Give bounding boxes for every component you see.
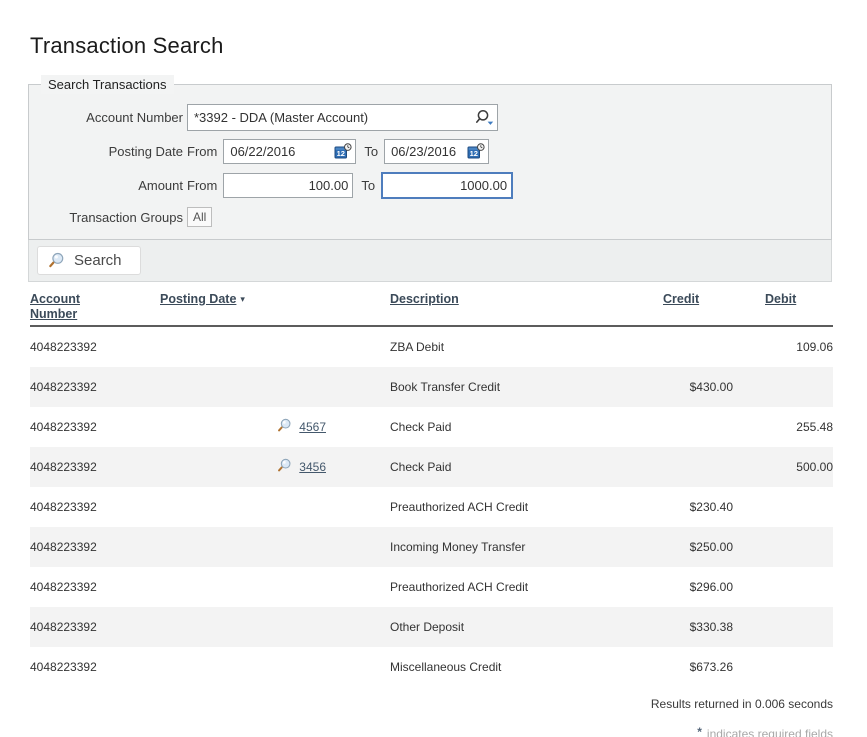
debit-cell: 109.06 (733, 340, 833, 354)
posting-date-from-field: 12 (223, 139, 356, 164)
posting-date-cell: 4567 (160, 418, 390, 436)
calendar-clock-icon[interactable]: 12 (332, 143, 355, 160)
transaction-groups-label: Transaction Groups (39, 210, 183, 225)
table-row: 4048223392 Preauthorized ACH Credit $230… (30, 487, 833, 527)
transaction-groups-all-button[interactable]: All (187, 207, 212, 227)
search-legend: Search Transactions (41, 75, 174, 94)
posting-date-label: Posting Date (39, 144, 183, 159)
svg-text:12: 12 (337, 149, 345, 158)
account-number-cell: 4048223392 (30, 660, 160, 674)
account-number-cell: 4048223392 (30, 620, 160, 634)
description-cell: Check Paid (390, 420, 663, 434)
search-fieldset: Search Transactions Account Number Posti… (28, 75, 832, 240)
credit-cell: $230.40 (663, 500, 733, 514)
account-lookup-magnifier-icon[interactable] (472, 109, 497, 126)
check-number-link[interactable]: 3456 (299, 460, 326, 474)
table-row: 4048223392 Book Transfer Credit $430.00 (30, 367, 833, 407)
required-fields-note: *indicates required fields (30, 725, 833, 737)
amount-to-input[interactable] (383, 174, 511, 197)
amount-row: Amount From To (39, 172, 821, 199)
amount-to-field-focused (381, 172, 513, 199)
header-posting-date[interactable]: Posting Date▾ (160, 292, 390, 307)
account-number-cell: 4048223392 (30, 380, 160, 394)
view-check-magnifier-icon[interactable] (277, 458, 292, 473)
credit-cell: $673.26 (663, 660, 733, 674)
account-number-cell: 4048223392 (30, 340, 160, 354)
table-row: 4048223392 Preauthorized ACH Credit $296… (30, 567, 833, 607)
search-button[interactable]: Search (37, 246, 141, 275)
check-link-group (277, 418, 292, 436)
table-row: 4048223392 Incoming Money Transfer $250.… (30, 527, 833, 567)
search-button-strip: Search (28, 240, 832, 282)
calendar-clock-icon[interactable]: 12 (465, 143, 488, 160)
page-title: Transaction Search (30, 33, 867, 59)
posting-date-cell: 3456 (160, 458, 390, 476)
posting-date-from-label: From (187, 144, 217, 159)
amount-to-label: To (361, 178, 375, 193)
description-cell: ZBA Debit (390, 340, 663, 354)
credit-cell: $430.00 (663, 380, 733, 394)
check-link-group (277, 458, 292, 476)
check-number-link[interactable]: 4567 (299, 420, 326, 434)
table-row: 4048223392 4567 Check Paid 255.48 (30, 407, 833, 447)
search-panel: Search Transactions Account Number Posti… (28, 75, 832, 282)
results-table: Account Number Posting Date▾ Description… (30, 292, 833, 687)
description-cell: Book Transfer Credit (390, 380, 663, 394)
posting-date-to-input[interactable] (385, 140, 465, 163)
table-header: Account Number Posting Date▾ Description… (30, 292, 833, 327)
table-row: 4048223392 3456 Check Paid 500.00 (30, 447, 833, 487)
account-number-cell: 4048223392 (30, 420, 160, 434)
table-row: 4048223392 Miscellaneous Credit $673.26 (30, 647, 833, 687)
posting-date-to-label: To (364, 144, 378, 159)
svg-text:12: 12 (470, 149, 478, 158)
description-cell: Miscellaneous Credit (390, 660, 663, 674)
account-number-cell: 4048223392 (30, 580, 160, 594)
description-cell: Other Deposit (390, 620, 663, 634)
account-number-input[interactable] (188, 105, 472, 130)
header-credit[interactable]: Credit (663, 292, 733, 307)
table-row: 4048223392 Other Deposit $330.38 (30, 607, 833, 647)
account-number-cell: 4048223392 (30, 460, 160, 474)
amount-from-label: From (187, 178, 217, 193)
debit-cell: 500.00 (733, 460, 833, 474)
account-number-cell: 4048223392 (30, 540, 160, 554)
credit-cell: $296.00 (663, 580, 733, 594)
account-number-field (187, 104, 498, 131)
account-number-label: Account Number (39, 110, 183, 125)
credit-cell: $250.00 (663, 540, 733, 554)
description-cell: Preauthorized ACH Credit (390, 500, 663, 514)
table-row: 4048223392 ZBA Debit 109.06 (30, 327, 833, 367)
results-info: Results returned in 0.006 seconds (30, 697, 833, 711)
transaction-groups-row: Transaction Groups All (39, 207, 821, 227)
amount-from-input[interactable] (224, 174, 352, 197)
search-magnifier-icon (48, 252, 65, 269)
description-cell: Incoming Money Transfer (390, 540, 663, 554)
header-description[interactable]: Description (390, 292, 663, 307)
search-button-label: Search (74, 252, 122, 269)
description-cell: Check Paid (390, 460, 663, 474)
debit-cell: 255.48 (733, 420, 833, 434)
description-cell: Preauthorized ACH Credit (390, 580, 663, 594)
header-debit[interactable]: Debit (733, 292, 833, 307)
credit-cell: $330.38 (663, 620, 733, 634)
posting-date-row: Posting Date From 12 To (39, 139, 821, 164)
account-number-row: Account Number (39, 104, 821, 131)
posting-date-from-input[interactable] (224, 140, 332, 163)
header-account-number[interactable]: Account Number (30, 292, 160, 322)
posting-date-to-field: 12 (384, 139, 489, 164)
required-asterisk: * (697, 725, 702, 737)
table-body: 4048223392 ZBA Debit 109.06 4048223392 (30, 327, 833, 687)
view-check-magnifier-icon[interactable] (277, 418, 292, 433)
amount-label: Amount (39, 178, 183, 193)
amount-from-field (223, 173, 353, 198)
account-number-cell: 4048223392 (30, 500, 160, 514)
sort-desc-icon: ▾ (240, 294, 245, 304)
